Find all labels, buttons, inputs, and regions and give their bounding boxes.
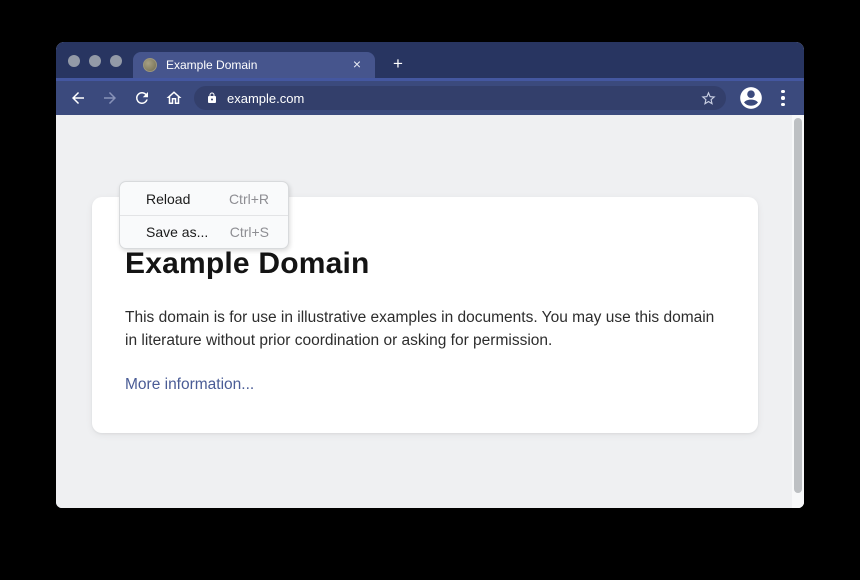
- lock-icon: [206, 92, 218, 104]
- reload-icon: [133, 89, 151, 107]
- back-arrow-icon: [69, 89, 87, 107]
- tab-title: Example Domain: [166, 58, 349, 72]
- globe-favicon-icon: [143, 58, 157, 72]
- url-text: example.com: [227, 91, 698, 106]
- scrollbar-thumb[interactable]: [794, 118, 802, 493]
- browser-toolbar: example.com: [56, 78, 804, 115]
- forward-button[interactable]: [98, 86, 122, 110]
- menu-dots-icon: [781, 90, 785, 94]
- page-viewport: Example Domain This domain is for use in…: [56, 115, 804, 508]
- menu-item-label: Save as...: [146, 224, 208, 240]
- new-tab-button[interactable]: +: [388, 53, 408, 75]
- tab-strip: Example Domain × +: [56, 42, 804, 78]
- browser-tab[interactable]: Example Domain ×: [133, 52, 375, 78]
- page-title: Example Domain: [125, 247, 725, 281]
- star-icon: [700, 90, 717, 107]
- browser-menu-button[interactable]: [774, 86, 792, 110]
- forward-arrow-icon: [101, 89, 119, 107]
- avatar-icon: [738, 85, 764, 111]
- bookmark-star-button[interactable]: [698, 88, 718, 108]
- home-button[interactable]: [162, 86, 186, 110]
- context-menu: Reload Ctrl+R Save as... Ctrl+S: [119, 181, 289, 249]
- address-bar[interactable]: example.com: [194, 86, 726, 110]
- context-menu-item-save-as[interactable]: Save as... Ctrl+S: [120, 215, 288, 248]
- menu-item-label: Reload: [146, 191, 190, 207]
- home-icon: [165, 89, 183, 107]
- context-menu-item-reload[interactable]: Reload Ctrl+R: [120, 182, 288, 215]
- browser-window: Example Domain × + example.com: [56, 42, 804, 508]
- reload-button[interactable]: [130, 86, 154, 110]
- back-button[interactable]: [66, 86, 90, 110]
- tab-close-icon[interactable]: ×: [349, 57, 365, 73]
- menu-item-shortcut: Ctrl+S: [230, 224, 269, 240]
- profile-avatar-button[interactable]: [738, 85, 764, 111]
- window-minimize-button[interactable]: [89, 55, 101, 67]
- window-controls: [68, 55, 122, 67]
- window-zoom-button[interactable]: [110, 55, 122, 67]
- menu-item-shortcut: Ctrl+R: [229, 191, 269, 207]
- more-information-link[interactable]: More information...: [125, 376, 254, 394]
- page-paragraph: This domain is for use in illustrative e…: [125, 307, 717, 352]
- window-close-button[interactable]: [68, 55, 80, 67]
- scrollbar-track[interactable]: [792, 115, 804, 508]
